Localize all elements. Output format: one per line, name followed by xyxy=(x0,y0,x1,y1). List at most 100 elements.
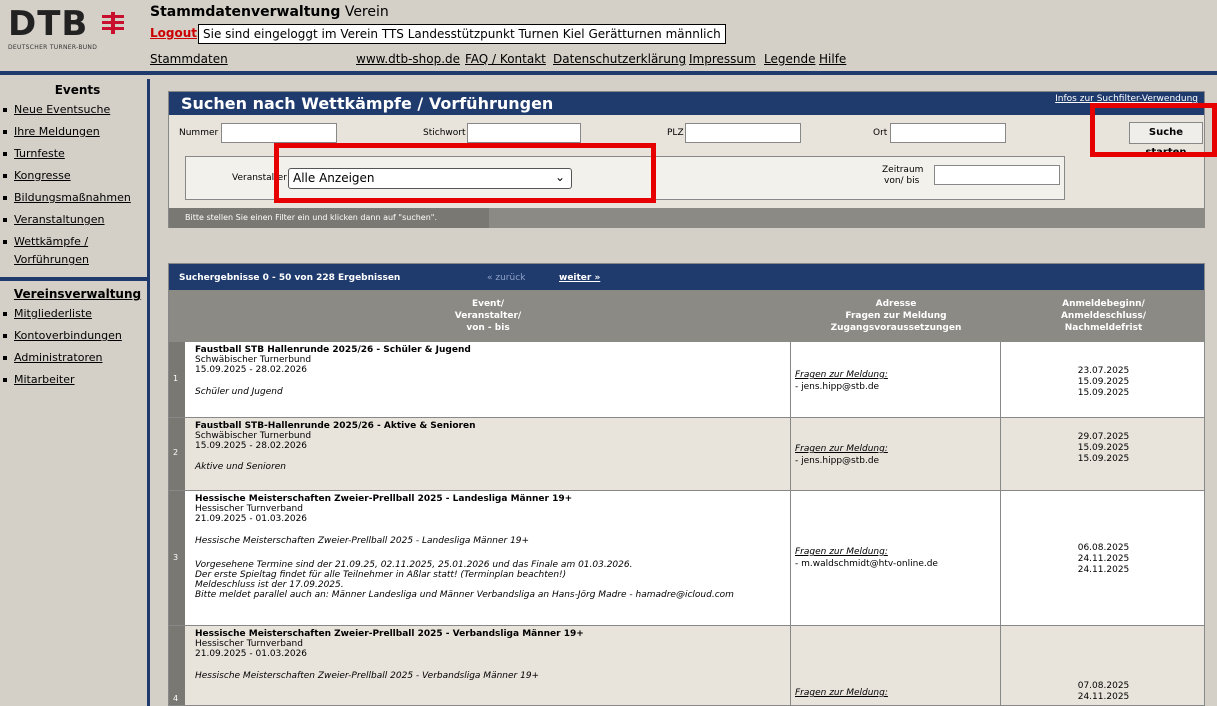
nav-shop[interactable]: www.dtb-shop.de xyxy=(356,52,460,66)
nav-impressum[interactable]: Impressum xyxy=(689,52,756,66)
event-extra-4: Bitte meldet parallel auch an: Männer La… xyxy=(195,590,734,600)
contact-email: - jens.hipp@stb.de xyxy=(795,382,880,392)
zeitraum-sublabel: von/ bis xyxy=(884,176,920,186)
event-title[interactable]: Faustball STB-Hallenrunde 2025/26 - Akti… xyxy=(195,421,780,431)
col-adresse-header: Adresse Fragen zur Meldung Zugangsvorausse… xyxy=(830,299,962,333)
table-row[interactable]: 4 Hessische Meisterschaften Zweier-Prell… xyxy=(169,626,1204,705)
deadline-cell: 06.08.2025 24.11.2025 24.11.2025 xyxy=(1077,543,1130,575)
contact-email: - jens.hipp@stb.de xyxy=(795,456,880,466)
search-hint: Bitte stellen Sie einen Filter ein und k… xyxy=(169,208,489,228)
row-number: 3 xyxy=(169,491,185,625)
event-dates: 15.09.2025 - 28.02.2026 xyxy=(195,365,308,375)
row-number: 1 xyxy=(169,342,185,417)
plz-input[interactable] xyxy=(685,123,801,143)
event-note: Hessische Meisterschaften Zweier-Prellba… xyxy=(195,671,540,681)
address-cell: Fragen zur Meldung: xyxy=(791,626,1001,705)
deadline-cell: 07.08.2025 24.11.2025 xyxy=(1077,681,1130,702)
row-number: 2 xyxy=(169,418,185,490)
event-organizer: Hessischer Turnverband xyxy=(195,639,303,649)
sidebar-events-title: Events xyxy=(54,83,101,97)
search-title: Suchen nach Wettkämpfe / Vorführungen xyxy=(181,94,554,113)
search-hint-bar xyxy=(489,208,1205,228)
sidebar-item-administratoren[interactable]: Administratoren xyxy=(0,347,147,369)
results-panel: Suchergebnisse 0 - 50 von 228 Ergebnisse… xyxy=(168,263,1205,706)
event-extra-1: Vorgesehene Termine sind der 21.09.25, 0… xyxy=(195,560,633,570)
event-cell: Faustball STB Hallenrunde 2025/26 - Schü… xyxy=(185,342,791,417)
address-cell: Fragen zur Meldung: - m.waldschmidt@htv-… xyxy=(791,491,1001,625)
fragen-label[interactable]: Fragen zur Meldung: xyxy=(795,444,888,454)
event-organizer: Schwäbischer Turnerbund xyxy=(195,355,312,365)
zeitraum-input[interactable] xyxy=(934,165,1060,185)
table-row[interactable]: 1 Faustball STB Hallenrunde 2025/26 - Sc… xyxy=(169,342,1204,418)
plz-label: PLZ xyxy=(667,128,684,138)
event-title[interactable]: Hessische Meisterschaften Zweier-Prellba… xyxy=(195,494,780,504)
nav-stammdaten[interactable]: Stammdaten xyxy=(150,52,228,66)
logo-subtitle: DEUTSCHER TURNER-BUND xyxy=(8,44,98,51)
results-bar: Suchergebnisse 0 - 50 von 228 Ergebnisse… xyxy=(169,264,1204,290)
fragen-label[interactable]: Fragen zur Meldung: xyxy=(795,370,888,380)
sidebar-item-ihre-meldungen[interactable]: Ihre Meldungen xyxy=(0,121,147,143)
login-info: Sie sind eingeloggt im Verein TTS Landes… xyxy=(198,24,726,44)
event-organizer: Hessischer Turnverband xyxy=(195,504,303,514)
address-cell: Fragen zur Meldung: - jens.hipp@stb.de xyxy=(791,342,1001,417)
event-dates: 21.09.2025 - 01.03.2026 xyxy=(195,514,308,524)
highlight-veranstalter xyxy=(274,143,656,203)
sidebar-item-kongresse[interactable]: Kongresse xyxy=(0,165,147,187)
event-title[interactable]: Hessische Meisterschaften Zweier-Prellba… xyxy=(195,629,780,639)
nav-legende[interactable]: Legende xyxy=(764,52,815,66)
sidebar-item-mitgliederliste[interactable]: Mitgliederliste xyxy=(0,303,147,325)
results-header: Event/Veranstalter/von - bis Adresse Frag… xyxy=(169,290,1204,342)
ort-input[interactable] xyxy=(890,123,1006,143)
nav-datenschutz[interactable]: Datenschutzerklärung xyxy=(553,52,686,66)
deadline-cell: 29.07.2025 15.09.2025 15.09.2025 xyxy=(1077,432,1130,464)
nummer-input[interactable] xyxy=(221,123,337,143)
forward-link[interactable]: weiter » xyxy=(559,273,600,283)
event-extra-3: Meldeschluss ist der 17.09.2025. xyxy=(195,580,344,590)
col-anmeldung-header: Anmeldebeginn/Anmeldeschluss/Nachmeldefr… xyxy=(1060,299,1147,333)
nav-faq[interactable]: FAQ / Kontakt xyxy=(465,52,546,66)
event-dates: 21.09.2025 - 01.03.2026 xyxy=(195,649,308,659)
sidebar-item-turnfeste[interactable]: Turnfeste xyxy=(0,143,147,165)
event-note: Hessische Meisterschaften Zweier-Prellba… xyxy=(195,536,530,546)
nav-hilfe[interactable]: Hilfe xyxy=(819,52,846,66)
sidebar: Events Neue Eventsuche Ihre Meldungen Tu… xyxy=(0,79,150,706)
sidebar-verein-title[interactable]: Vereinsverwaltung xyxy=(8,287,147,301)
stichwort-input[interactable] xyxy=(467,123,581,143)
logo-text: DTB xyxy=(8,4,89,44)
search-title-bar: Suchen nach Wettkämpfe / Vorführungen In… xyxy=(169,92,1204,115)
event-cell: Faustball STB-Hallenrunde 2025/26 - Akti… xyxy=(185,418,791,490)
event-title[interactable]: Faustball STB Hallenrunde 2025/26 - Schü… xyxy=(195,345,780,355)
header: DTB DEUTSCHER TURNER-BUND Stammdatenverw… xyxy=(0,0,1217,75)
fragen-label[interactable]: Fragen zur Meldung: xyxy=(795,688,888,698)
event-cell: Hessische Meisterschaften Zweier-Prellba… xyxy=(185,491,791,625)
zeitraum-label: Zeitraum xyxy=(882,165,924,175)
stichwort-label: Stichwort xyxy=(423,128,466,138)
back-link[interactable]: « zurück xyxy=(487,273,525,283)
ort-label: Ort xyxy=(873,128,888,138)
table-row[interactable]: 2 Faustball STB-Hallenrunde 2025/26 - Ak… xyxy=(169,418,1204,491)
dtb-cross-icon xyxy=(102,12,124,34)
event-dates: 15.09.2025 - 28.02.2026 xyxy=(195,441,308,451)
sidebar-item-veranstaltungen[interactable]: Veranstaltungen xyxy=(0,209,147,231)
event-cell: Hessische Meisterschaften Zweier-Prellba… xyxy=(185,626,791,705)
address-cell: Fragen zur Meldung: - jens.hipp@stb.de xyxy=(791,418,1001,490)
sidebar-item-wettkaempfe[interactable]: Wettkämpfe / Vorführungen xyxy=(0,231,147,269)
sidebar-divider xyxy=(0,277,147,281)
contact-email: - m.waldschmidt@htv-online.de xyxy=(795,559,938,569)
app-title: Stammdatenverwaltung Verein xyxy=(150,4,389,20)
col-event-header: Event/Veranstalter/von - bis xyxy=(454,299,522,333)
row-number: 4 xyxy=(169,626,185,705)
table-row[interactable]: 3 Hessische Meisterschaften Zweier-Prell… xyxy=(169,491,1204,626)
sidebar-item-mitarbeiter[interactable]: Mitarbeiter xyxy=(0,369,147,391)
fragen-label[interactable]: Fragen zur Meldung: xyxy=(795,547,888,557)
deadline-cell: 23.07.2025 15.09.2025 15.09.2025 xyxy=(1077,366,1130,398)
logout-link[interactable]: Logout xyxy=(150,26,197,40)
event-extra-2: Der erste Spieltag findet für alle Teiln… xyxy=(195,570,567,580)
results-summary: Suchergebnisse 0 - 50 von 228 Ergebnisse… xyxy=(179,273,401,283)
sidebar-item-bildungsmassnahmen[interactable]: Bildungsmaßnahmen xyxy=(0,187,147,209)
dtb-logo[interactable]: DTB DEUTSCHER TURNER-BUND xyxy=(6,4,146,58)
event-note: Aktive und Senioren xyxy=(195,462,287,472)
sidebar-item-kontoverbindungen[interactable]: Kontoverbindungen xyxy=(0,325,147,347)
sidebar-item-neue-eventsuche[interactable]: Neue Eventsuche xyxy=(0,99,147,121)
top-nav: Stammdaten www.dtb-shop.de FAQ / Kontakt… xyxy=(150,52,1200,70)
